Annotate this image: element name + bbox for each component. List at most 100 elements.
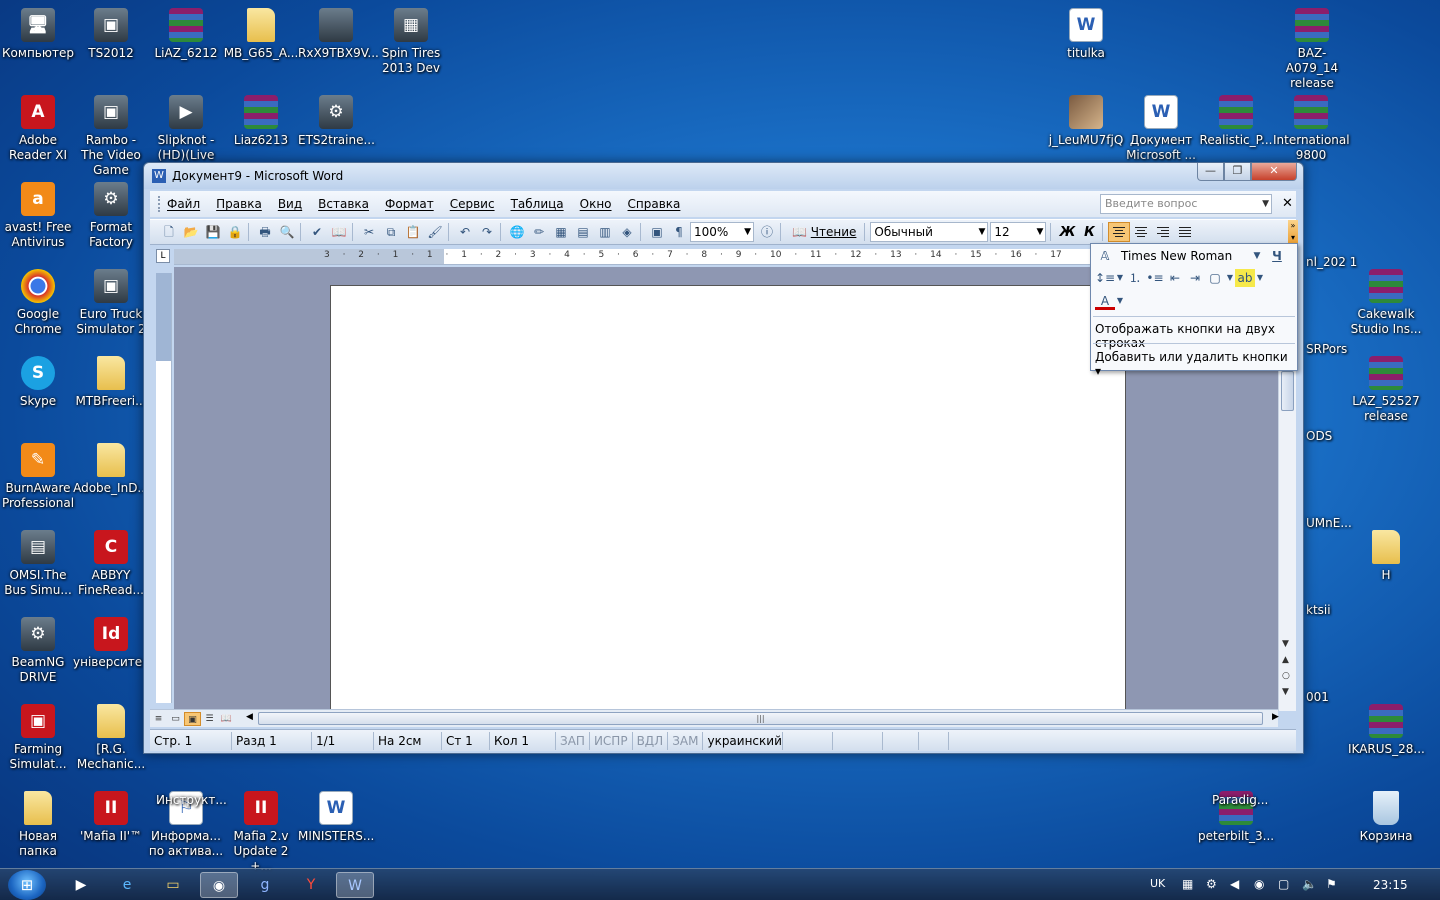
desktop-icon[interactable]: MTBFreeri...: [73, 356, 149, 409]
desktop-icon[interactable]: ▣ Euro Truck Simulator 2: [73, 269, 149, 337]
document-close-button[interactable]: ✕: [1282, 196, 1293, 211]
desktop-icon[interactable]: A Adobe Reader XI: [0, 95, 76, 163]
document-page[interactable]: [330, 285, 1126, 711]
desktop-icon-label[interactable]: nl_202 1: [1306, 255, 1357, 270]
desktop-icon[interactable]: Adobe_InD...: [73, 443, 149, 496]
desktop-icon[interactable]: ✎ BurnAware Professional: [0, 443, 76, 511]
save-icon[interactable]: 💾: [202, 222, 224, 242]
font-color-icon[interactable]: A: [1095, 292, 1115, 310]
highlight-icon[interactable]: ab: [1235, 269, 1255, 287]
scroll-right-arrow-icon[interactable]: ▶: [1272, 712, 1279, 722]
desktop-icon[interactable]: ▦ Spin Tires 2013 Dev: [373, 8, 449, 76]
desktop-icon[interactable]: S Skype: [0, 356, 76, 409]
redo-icon[interactable]: ↷: [476, 222, 498, 242]
bold-button[interactable]: Ж: [1056, 225, 1078, 240]
new-document-icon[interactable]: 🗋: [158, 222, 180, 242]
outline-view-icon[interactable]: ☰: [201, 712, 218, 726]
spelling-icon[interactable]: ✔: [306, 222, 328, 242]
horizontal-ruler[interactable]: 3 · 2 · 1 · 1 · 1 · 2 · 3 · 4 · 5 · 6 · …: [174, 249, 1090, 265]
close-button[interactable]: ✕: [1251, 163, 1297, 181]
tab-selector-icon[interactable]: L: [156, 249, 170, 263]
chrome-taskbar-icon[interactable]: ◉: [200, 872, 238, 898]
desktop-icon[interactable]: C ABBYY FineRead...: [73, 530, 149, 598]
menu-window[interactable]: Окно: [580, 197, 612, 211]
vertical-scrollbar[interactable]: ▼ ▲ ○ ▼: [1278, 363, 1296, 711]
desktop-icon[interactable]: IKARUS_28...: [1348, 704, 1425, 757]
desktop-icon[interactable]: ▣ Farming Simulat...: [0, 704, 76, 772]
desktop-icon[interactable]: Realistic_P...: [1198, 95, 1274, 148]
app-tray-icon[interactable]: ◉: [1254, 877, 1264, 891]
chevron-down-icon[interactable]: ▼: [1247, 247, 1267, 265]
scroll-left-arrow-icon[interactable]: ◀: [246, 712, 253, 722]
borders-icon[interactable]: ▢: [1205, 269, 1225, 287]
menu-table[interactable]: Таблица: [511, 197, 564, 211]
read-mode-button[interactable]: 📖 Чтение: [792, 225, 856, 239]
desktop-icon[interactable]: H: [1348, 530, 1424, 583]
desktop-icon[interactable]: ⚙ ETS2traine...: [298, 95, 375, 148]
status-extend[interactable]: ВДЛ: [633, 731, 669, 750]
desktop-icon[interactable]: [R.G. Mechanic...: [73, 704, 149, 772]
desktop-icon[interactable]: ▣ Rambo - The Video Game: [73, 95, 149, 178]
decrease-indent-icon[interactable]: ⇤: [1165, 269, 1185, 287]
desktop-icon[interactable]: 🖥 Компьютер: [0, 8, 76, 61]
research-icon[interactable]: 📖: [328, 222, 350, 242]
minimize-button[interactable]: —: [1197, 163, 1224, 181]
desktop-icon[interactable]: Корзина: [1348, 791, 1424, 844]
cut-icon[interactable]: ✂: [358, 222, 380, 242]
title-bar[interactable]: W Документ9 - Microsoft Word — ❐ ✕: [144, 163, 1303, 189]
vertical-ruler[interactable]: [156, 273, 172, 703]
desktop-icon-label[interactable]: ODS: [1306, 429, 1332, 444]
desktop-icon[interactable]: ▤ OMSI.The Bus Simu...: [0, 530, 76, 598]
columns-icon[interactable]: ▥: [594, 222, 616, 242]
browse-object-icon[interactable]: ○: [1282, 671, 1290, 681]
status-overtype[interactable]: ЗАМ: [668, 731, 704, 750]
desktop-icon[interactable]: BAZ-A079_14 release: [1274, 8, 1350, 91]
scroll-down-arrow-icon[interactable]: ▼: [1282, 639, 1289, 649]
font-name-value[interactable]: Times New Roman: [1121, 249, 1247, 263]
paste-icon[interactable]: 📋: [402, 222, 424, 242]
style-select[interactable]: Обычный ▼: [870, 222, 989, 242]
desktop-icon[interactable]: MB_G65_A...: [223, 8, 299, 61]
desktop-icon-label[interactable]: UMnE...: [1306, 516, 1352, 531]
bullets-icon[interactable]: •≡: [1145, 269, 1165, 287]
language-indicator[interactable]: UK: [1150, 877, 1165, 890]
desktop-icon[interactable]: j_LeuMU7fjQ: [1048, 95, 1124, 148]
menu-insert[interactable]: Вставка: [318, 197, 369, 211]
italic-button[interactable]: К: [1078, 225, 1100, 240]
desktop-icon[interactable]: W MINISTERS...: [298, 791, 374, 844]
menu-help[interactable]: Справка: [628, 197, 681, 211]
menu-view[interactable]: Вид: [278, 197, 302, 211]
screen-tray-icon[interactable]: ▢: [1278, 877, 1289, 891]
next-page-icon[interactable]: ▼: [1282, 687, 1289, 697]
network-tray-icon[interactable]: ▦: [1182, 877, 1193, 891]
desktop-icon-label[interactable]: ktsii: [1306, 603, 1331, 618]
explorer-folder-icon[interactable]: ▭: [154, 872, 192, 898]
line-spacing-icon[interactable]: ↕≡: [1095, 269, 1115, 287]
hyperlink-icon[interactable]: 🌐: [506, 222, 528, 242]
align-right-button[interactable]: [1152, 222, 1174, 242]
drawing-icon[interactable]: ◈: [616, 222, 638, 242]
help-icon[interactable]: ⓘ: [756, 222, 778, 242]
justify-button[interactable]: [1174, 222, 1196, 242]
desktop-icon-label[interactable]: 001: [1306, 690, 1329, 705]
internet-explorer-icon[interactable]: e: [108, 872, 146, 898]
tables-borders-icon[interactable]: ✏: [528, 222, 550, 242]
open-icon[interactable]: 📂: [180, 222, 202, 242]
insert-excel-icon[interactable]: ▤: [572, 222, 594, 242]
ask-question-input[interactable]: Введите вопрос ▼: [1100, 194, 1272, 214]
desktop-icon[interactable]: ⚙ BeamNG DRIVE: [0, 617, 76, 685]
zoom-select[interactable]: 100% ▼: [690, 222, 754, 242]
font-size-select[interactable]: 12 ▼: [990, 222, 1047, 242]
ask-dropdown-arrow-icon[interactable]: ▼: [1262, 195, 1269, 213]
print-preview-icon[interactable]: 🔍: [276, 222, 298, 242]
desktop-icon[interactable]: Google Chrome: [0, 269, 76, 337]
show-hide-pilcrow-icon[interactable]: ¶: [668, 222, 690, 242]
undo-icon[interactable]: ↶: [454, 222, 476, 242]
antivirus-tray-icon[interactable]: ◀: [1230, 877, 1239, 891]
chevron-down-icon[interactable]: ▼: [1225, 269, 1235, 287]
desktop-icon[interactable]: a avast! Free Antivirus: [0, 182, 76, 250]
underline-icon[interactable]: Ч: [1267, 247, 1287, 265]
desktop-icon[interactable]: RxX9TBX9V...: [298, 8, 379, 61]
desktop-icon[interactable]: Новая папка: [0, 791, 76, 859]
desktop-icon[interactable]: W Документ Microsoft ...: [1123, 95, 1199, 163]
